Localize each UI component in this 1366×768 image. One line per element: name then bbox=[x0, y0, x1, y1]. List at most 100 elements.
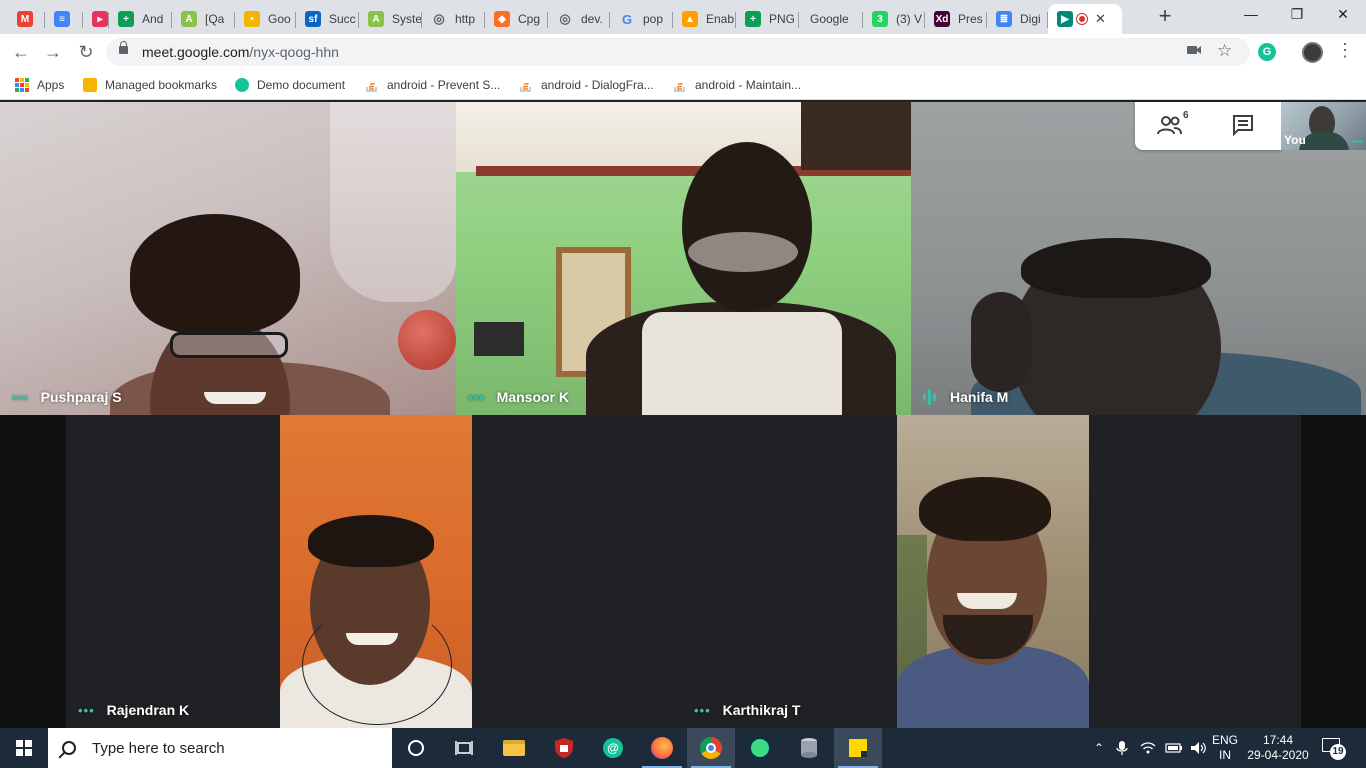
browser-tab-active[interactable]: ▶ ✕ bbox=[1048, 4, 1122, 34]
firefox-button[interactable] bbox=[638, 728, 686, 768]
cortana-icon bbox=[408, 740, 424, 756]
volume-icon[interactable] bbox=[1190, 741, 1208, 755]
wifi-icon[interactable] bbox=[1140, 741, 1156, 755]
self-view-tile[interactable]: You ••• bbox=[1281, 102, 1366, 150]
start-button[interactable] bbox=[0, 728, 48, 768]
participant-tile-rajendran[interactable]: ••• Rajendran K bbox=[66, 415, 472, 728]
recording-indicator-icon bbox=[1077, 14, 1087, 24]
address-bar[interactable]: meet.google.com/nyx-qoog-hhn ☆ bbox=[106, 38, 1250, 66]
search-icon bbox=[62, 741, 76, 755]
bookmark-android-dialogfragment[interactable]: android - DialogFra... bbox=[519, 76, 654, 94]
database-app-button[interactable] bbox=[785, 728, 833, 768]
browser-toolbar: ← → ↻ meet.google.com/nyx-qoog-hhn ☆ G ⋮ bbox=[0, 34, 1366, 70]
bookmark-android-maintain[interactable]: android - Maintain... bbox=[673, 76, 801, 94]
restore-button[interactable]: ❐ bbox=[1274, 0, 1320, 30]
browser-tab[interactable]: • Goo bbox=[235, 4, 296, 34]
grammarly-app-button[interactable]: @ bbox=[589, 728, 637, 768]
chat-button[interactable] bbox=[1229, 114, 1257, 138]
camera-icon[interactable] bbox=[1186, 43, 1202, 61]
folder-icon bbox=[503, 740, 525, 756]
android-studio-button[interactable] bbox=[736, 728, 784, 768]
url-path: /nyx-qoog-hhn bbox=[249, 44, 339, 60]
chat-icon bbox=[1233, 115, 1253, 137]
browser-tab[interactable]: A [Qa bbox=[172, 4, 235, 34]
task-view-icon bbox=[455, 741, 473, 755]
microphone-icon[interactable] bbox=[1116, 740, 1128, 756]
browser-tab[interactable]: ≣ Digi bbox=[987, 4, 1048, 34]
sheets-icon: + bbox=[745, 11, 761, 27]
action-center-button[interactable]: 19 bbox=[1322, 738, 1346, 760]
more-options-dots[interactable]: ••• bbox=[468, 390, 485, 405]
tab-title: PNG bbox=[769, 12, 796, 26]
sticky-notes-button[interactable] bbox=[834, 728, 882, 768]
browser-tab[interactable]: M bbox=[8, 4, 45, 34]
browser-tab[interactable]: ◆ Cpg bbox=[485, 4, 548, 34]
close-tab-icon[interactable]: ✕ bbox=[1095, 11, 1106, 27]
back-button[interactable]: ← bbox=[9, 40, 33, 64]
smile bbox=[957, 593, 1017, 609]
bookmark-managed[interactable]: Managed bookmarks bbox=[83, 76, 217, 94]
tab-title: And bbox=[142, 12, 164, 26]
firebase-icon: ▲ bbox=[682, 11, 698, 27]
grammarly-icon bbox=[235, 78, 249, 92]
security-app-button[interactable] bbox=[540, 728, 588, 768]
browser-tab[interactable]: ◎ dev. bbox=[548, 4, 610, 34]
lock-icon[interactable] bbox=[119, 41, 128, 54]
participant-name: Pushparaj S bbox=[40, 389, 122, 405]
url-text[interactable]: meet.google.com/nyx-qoog-hhn bbox=[142, 44, 339, 60]
taskbar-search[interactable]: Type here to search bbox=[48, 728, 392, 768]
gmail-icon: M bbox=[17, 11, 33, 27]
self-options-dots[interactable]: ••• bbox=[1351, 137, 1362, 148]
participant-tile-karthikraj[interactable]: ••• Karthikraj T bbox=[472, 415, 1301, 728]
minimize-button[interactable]: — bbox=[1228, 0, 1274, 30]
tab-title: dev. bbox=[581, 12, 603, 26]
profile-avatar[interactable] bbox=[1302, 42, 1323, 63]
meet-top-controls: 6 bbox=[1135, 102, 1281, 150]
browser-tab[interactable]: ▲ Enab bbox=[673, 4, 736, 34]
whatsapp-icon: 3 bbox=[872, 11, 888, 27]
browser-tab[interactable]: + And bbox=[109, 4, 172, 34]
participant-name: Mansoor K bbox=[496, 389, 569, 405]
grammarly-extension-icon[interactable]: G bbox=[1258, 43, 1276, 61]
participant-tile-mansoor[interactable]: ••• Mansoor K bbox=[456, 102, 911, 415]
letterbox-right bbox=[1301, 415, 1366, 728]
tab-title: Pres bbox=[958, 12, 983, 26]
participant-tile-pushparaj[interactable]: ••• Pushparaj S bbox=[0, 102, 456, 415]
reload-button[interactable]: ↻ bbox=[74, 40, 98, 64]
language-indicator[interactable]: ENG IN bbox=[1212, 733, 1238, 763]
chevron-up-icon[interactable]: ⌃ bbox=[1090, 741, 1108, 755]
participant-hair bbox=[308, 515, 434, 567]
browser-tab[interactable]: sf Succ bbox=[296, 4, 359, 34]
more-options-dots[interactable]: ••• bbox=[78, 703, 95, 718]
bookmarks-bar: Apps Managed bookmarks Demo document and… bbox=[0, 70, 1366, 100]
bookmark-apps[interactable]: Apps bbox=[15, 76, 64, 94]
chrome-button[interactable] bbox=[687, 728, 735, 768]
more-options-dots[interactable]: ••• bbox=[12, 390, 29, 405]
browser-tab[interactable]: Xd Pres bbox=[925, 4, 987, 34]
browser-tab[interactable]: Gpop bbox=[610, 4, 673, 34]
forward-button[interactable]: → bbox=[41, 40, 65, 64]
battery-icon[interactable] bbox=[1165, 742, 1183, 754]
background-ball bbox=[398, 310, 456, 370]
task-view-button[interactable] bbox=[440, 728, 488, 768]
new-tab-button[interactable]: + bbox=[1153, 5, 1177, 29]
browser-tab[interactable]: Google bbox=[799, 4, 863, 34]
bookmark-demo-document[interactable]: Demo document bbox=[235, 76, 345, 94]
taskbar-clock[interactable]: 17:44 29-04-2020 bbox=[1244, 733, 1312, 763]
windows-logo-icon bbox=[16, 740, 32, 756]
browser-tab[interactable]: 3 (3) V bbox=[863, 4, 925, 34]
bookmark-android-prevent[interactable]: android - Prevent S... bbox=[365, 76, 500, 94]
cortana-button[interactable] bbox=[392, 728, 440, 768]
browser-tab[interactable]: ◎ http bbox=[422, 4, 485, 34]
close-window-button[interactable]: ✕ bbox=[1320, 0, 1366, 30]
participant-name-label: Hanifa M bbox=[923, 389, 1008, 405]
browser-tab[interactable]: + PNG bbox=[736, 4, 799, 34]
more-options-dots[interactable]: ••• bbox=[694, 703, 711, 718]
browser-tab[interactable]: ▸ bbox=[83, 4, 109, 34]
bookmark-star-icon[interactable]: ☆ bbox=[1217, 41, 1232, 61]
participants-button[interactable]: 6 bbox=[1157, 110, 1189, 138]
browser-tab[interactable]: A Syste bbox=[359, 4, 422, 34]
chrome-menu-icon[interactable]: ⋮ bbox=[1336, 40, 1354, 61]
browser-tab[interactable]: ≡ bbox=[45, 4, 83, 34]
file-explorer-button[interactable] bbox=[490, 728, 538, 768]
